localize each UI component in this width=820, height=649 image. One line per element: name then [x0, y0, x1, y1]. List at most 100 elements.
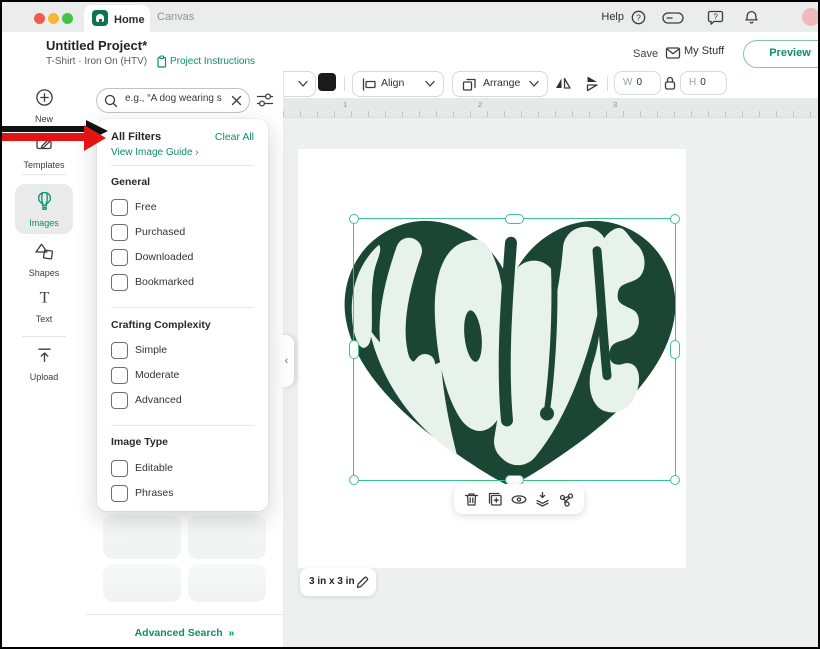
- flip-horizontal-icon[interactable]: [554, 75, 572, 92]
- selection-handle-top-right[interactable]: [670, 214, 680, 224]
- sidebar-item-text[interactable]: T Text: [15, 288, 73, 324]
- filter-option-downloaded[interactable]: Downloaded: [111, 249, 254, 267]
- checkbox[interactable]: [111, 392, 128, 409]
- filter-option-advanced[interactable]: Advanced: [111, 392, 254, 410]
- filters-title: All Filters: [111, 131, 161, 143]
- cricut-logo-icon: [92, 10, 108, 26]
- hide-eye-icon[interactable]: [510, 491, 528, 508]
- save-button[interactable]: Save: [633, 48, 658, 60]
- traffic-light-close[interactable]: [34, 13, 45, 24]
- checkbox[interactable]: [111, 367, 128, 384]
- sidebar-item-images[interactable]: Images: [15, 184, 73, 234]
- filter-option-bookmarked[interactable]: Bookmarked: [111, 274, 254, 292]
- width-input[interactable]: W0: [614, 71, 661, 95]
- help-label[interactable]: Help: [601, 11, 624, 23]
- search-icon: [104, 94, 118, 108]
- selection-bounding-box[interactable]: [353, 218, 676, 481]
- svg-text:?: ?: [713, 13, 718, 22]
- images-balloon-icon: [35, 191, 54, 211]
- selection-toolbar: [454, 484, 584, 514]
- duplicate-icon[interactable]: [487, 491, 504, 508]
- instructions-clipboard-icon: [155, 55, 168, 68]
- image-result-tile[interactable]: [188, 564, 266, 602]
- selection-handle-middle-right[interactable]: [670, 340, 680, 359]
- align-label: Align: [381, 77, 404, 89]
- size-badge[interactable]: 3 in x 3 in: [300, 568, 376, 596]
- checkbox[interactable]: [111, 460, 128, 477]
- avatar[interactable]: [802, 8, 820, 26]
- chevron-down-icon: [529, 80, 539, 88]
- notifications-bell-icon[interactable]: [743, 9, 760, 26]
- filter-option-simple[interactable]: Simple: [111, 342, 254, 360]
- traffic-light-zoom[interactable]: [62, 13, 73, 24]
- align-dropdown[interactable]: Align: [352, 71, 444, 97]
- text-icon: T: [35, 288, 54, 307]
- checkbox[interactable]: [111, 274, 128, 291]
- filter-option-editable[interactable]: Editable: [111, 460, 254, 478]
- advanced-search-link[interactable]: Advanced Search »: [86, 627, 283, 639]
- sidebar-item-shapes[interactable]: Shapes: [15, 242, 73, 278]
- chat-help-icon[interactable]: ?: [707, 9, 724, 26]
- tab-home[interactable]: Home: [84, 5, 150, 32]
- filter-section-image-type: Image Type: [111, 436, 168, 448]
- project-meta: T-Shirt · Iron On (HTV): [46, 56, 147, 67]
- selection-handle-top-left[interactable]: [349, 214, 359, 224]
- color-swatch[interactable]: [318, 73, 336, 91]
- filter-option-free[interactable]: Free: [111, 199, 254, 217]
- checkbox[interactable]: [111, 249, 128, 266]
- filter-option-moderate[interactable]: Moderate: [111, 367, 254, 385]
- traffic-light-minimize[interactable]: [48, 13, 59, 24]
- checkbox[interactable]: [111, 224, 128, 241]
- arrange-layers-icon: [462, 77, 477, 92]
- image-result-tile[interactable]: [188, 515, 266, 559]
- filter-option-purchased[interactable]: Purchased: [111, 224, 254, 242]
- sidebar-item-upload[interactable]: Upload: [15, 346, 73, 382]
- flip-vertical-icon[interactable]: [583, 75, 601, 92]
- my-stuff-icon: [665, 46, 681, 60]
- height-input[interactable]: H0: [680, 71, 727, 95]
- panel-footer-divider: [86, 614, 283, 615]
- image-search-box[interactable]: [96, 88, 250, 113]
- image-result-tile[interactable]: [103, 515, 181, 559]
- arrange-dropdown[interactable]: Arrange: [452, 71, 548, 97]
- new-plus-icon: [35, 88, 54, 107]
- double-chevron-right-icon: »: [226, 627, 235, 639]
- image-result-tile[interactable]: [103, 564, 181, 602]
- annotation-arrow: [2, 118, 114, 158]
- selection-handle-top-center[interactable]: [505, 214, 524, 224]
- project-instructions-link[interactable]: Project Instructions: [170, 56, 255, 67]
- clear-all-link[interactable]: Clear All: [215, 131, 254, 143]
- svg-text:T: T: [39, 290, 49, 307]
- lock-icon[interactable]: [663, 75, 677, 91]
- checkbox[interactable]: [111, 342, 128, 359]
- filter-option-phrases[interactable]: Phrases: [111, 485, 254, 503]
- edit-pencil-icon[interactable]: [355, 575, 369, 589]
- selection-handle-bottom-left[interactable]: [349, 475, 359, 485]
- panel-collapse-handle[interactable]: ‹: [279, 335, 294, 387]
- view-image-guide-link[interactable]: View Image Guide ›: [111, 147, 199, 158]
- weld-icon[interactable]: [558, 491, 575, 508]
- width-value: 0: [636, 77, 642, 88]
- window-tab-bar: Home Canvas Help ? ?: [2, 2, 818, 32]
- my-stuff-button[interactable]: My Stuff: [684, 45, 724, 57]
- shapes-icon: [34, 242, 54, 261]
- delete-trash-icon[interactable]: [463, 491, 480, 508]
- preview-button[interactable]: Preview: [743, 40, 820, 68]
- chevron-down-icon: [425, 80, 435, 88]
- tab-canvas[interactable]: Canvas: [157, 11, 194, 23]
- selection-handle-bottom-right[interactable]: [670, 475, 680, 485]
- chevron-down-icon: [298, 80, 308, 88]
- machine-icon[interactable]: [662, 12, 684, 24]
- search-input[interactable]: [123, 92, 229, 105]
- filter-section-general: General: [111, 176, 150, 188]
- checkbox[interactable]: [111, 199, 128, 216]
- checkbox[interactable]: [111, 485, 128, 502]
- clear-search-icon[interactable]: [231, 95, 242, 106]
- app-window: Home Canvas Help ? ? Untitled Project* T…: [0, 0, 820, 649]
- horizontal-ruler: 1 2 3: [283, 98, 818, 118]
- filter-sliders-icon[interactable]: [256, 92, 274, 108]
- help-question-icon[interactable]: ?: [631, 10, 646, 25]
- flatten-icon[interactable]: [534, 491, 551, 508]
- tab-home-label: Home: [114, 14, 145, 26]
- selection-handle-middle-left[interactable]: [349, 340, 359, 359]
